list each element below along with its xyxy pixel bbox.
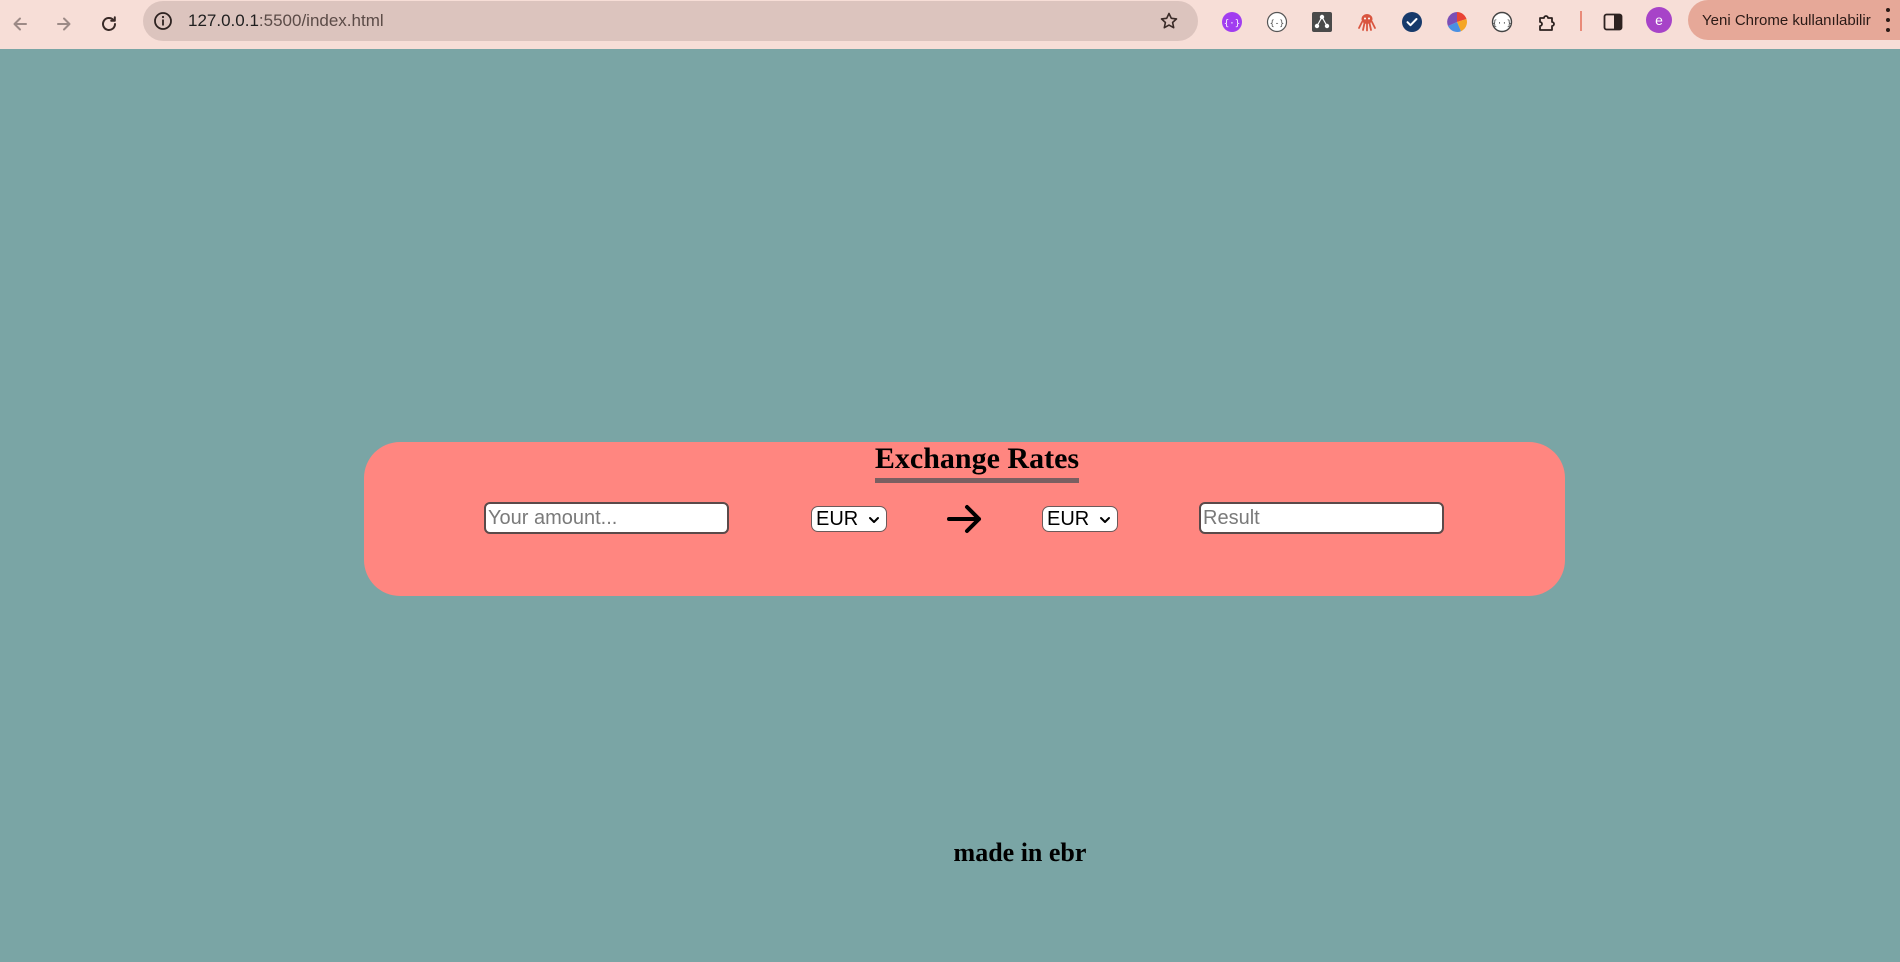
color-wheel-icon[interactable]	[1444, 9, 1470, 35]
amount-input[interactable]	[484, 502, 729, 534]
kebab-menu-icon[interactable]	[1884, 8, 1892, 32]
bookmark-star-icon[interactable]	[1158, 10, 1180, 32]
forward-button[interactable]	[47, 7, 81, 41]
braces-icon[interactable]: {··}	[1489, 9, 1515, 35]
url-path: :5500/index.html	[258, 11, 384, 30]
reload-button[interactable]	[92, 7, 126, 41]
svg-text:{··}: {··}	[1492, 19, 1511, 28]
toolbar-separator	[1580, 11, 1582, 31]
svg-text:{-}: {-}	[1270, 19, 1284, 28]
octopus-icon[interactable]	[1354, 9, 1380, 35]
url-host: 127.0.0.1	[188, 11, 259, 30]
address-url: 127.0.0.1:5500/index.html	[188, 11, 384, 31]
svg-text:{·}: {·}	[1224, 19, 1240, 29]
back-button[interactable]	[3, 7, 37, 41]
jsonvue-icon[interactable]: {·}	[1219, 9, 1245, 35]
browser-toolbar: 127.0.0.1:5500/index.html {·} {-} {··} e…	[0, 0, 1900, 49]
back-arrow-icon	[13, 17, 27, 31]
chrome-update-button[interactable]: Yeni Chrome kullanılabilir	[1688, 0, 1900, 40]
page-title: Exchange Rates	[874, 442, 1080, 483]
footer-text: made in ebr	[953, 838, 1087, 867]
to-currency-select[interactable]: EUR	[1042, 506, 1118, 532]
site-info-icon[interactable]	[152, 10, 174, 32]
from-currency-select[interactable]: EUR	[811, 506, 887, 532]
chevron-down-icon	[869, 517, 879, 523]
forward-arrow-icon	[57, 17, 71, 31]
update-label: Yeni Chrome kullanılabilir	[1702, 11, 1871, 29]
graph-icon[interactable]	[1309, 9, 1335, 35]
side-panel-icon[interactable]	[1600, 9, 1626, 35]
arrow-right-icon	[947, 505, 981, 533]
avatar[interactable]: e	[1646, 7, 1672, 33]
chevron-down-icon	[1100, 517, 1110, 523]
from-currency-value: EUR	[816, 507, 859, 530]
check-badge-icon[interactable]	[1399, 9, 1425, 35]
result-field[interactable]	[1199, 502, 1444, 534]
to-currency-value: EUR	[1047, 507, 1090, 530]
puzzle-icon[interactable]	[1534, 9, 1560, 35]
address-bar[interactable]: 127.0.0.1:5500/index.html	[143, 1, 1198, 41]
exchange-card: Exchange Rates EUR EUR	[364, 442, 1565, 596]
reload-icon	[102, 16, 116, 31]
json-formatter-icon[interactable]: {-}	[1264, 9, 1290, 35]
title-row: Exchange Rates	[364, 442, 1565, 483]
